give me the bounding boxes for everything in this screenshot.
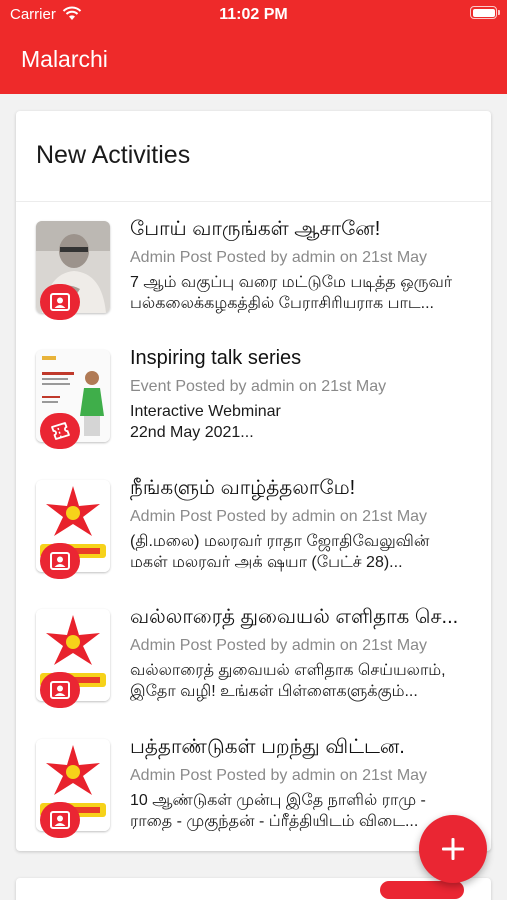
status-bar: Carrier 11:02 PM	[0, 0, 507, 30]
app-header: Carrier 11:02 PM Malarchi	[0, 0, 507, 94]
activity-description: Interactive Webminar 22nd May 2021...	[130, 403, 281, 441]
activity-meta: Admin Post Posted by admin on 21st May	[130, 508, 428, 525]
activity-item[interactable]: Inspiring talk series Event Posted by ad…	[16, 347, 491, 472]
activity-item[interactable]: பத்தாண்டுகள் பறந்து விட்டன. Admin Post P…	[16, 736, 491, 851]
battery-icon	[470, 6, 500, 19]
next-section-card	[16, 878, 491, 900]
activity-meta: Event Posted by admin on 21st May	[130, 378, 387, 395]
activity-item[interactable]: வல்லாரைத் துவையல் எளிதாக செ... Admin Pos…	[16, 606, 491, 731]
app-title: Malarchi	[21, 46, 108, 72]
contact-card-icon	[40, 802, 80, 838]
activity-item[interactable]: போய் வாருங்கள் ஆசானே! Admin Post Posted …	[16, 218, 491, 343]
new-activities-card: New Activities போய் வாருங்கள் ஆசானே! Adm…	[16, 111, 491, 851]
section-chip[interactable]	[380, 881, 464, 899]
activity-description: வல்லாரைத் துவையல் எளிதாக செய்யலாம், இதோ …	[130, 662, 446, 700]
activity-title: வல்லாரைத் துவையல் எளிதாக செ...	[130, 606, 459, 628]
activity-title: போய் வாருங்கள் ஆசானே!	[130, 218, 381, 240]
add-activity-button[interactable]	[419, 815, 487, 883]
plus-icon	[442, 838, 464, 860]
activity-item[interactable]: நீங்களும் வாழ்த்தலாமே! Admin Post Posted…	[16, 477, 491, 602]
contact-card-icon	[40, 284, 80, 320]
activity-meta: Admin Post Posted by admin on 21st May	[130, 637, 428, 654]
contact-card-icon	[40, 543, 80, 579]
activity-description: 10 ஆண்டுகள் முன்பு இதே நாளில் ராமு - ராத…	[130, 792, 426, 830]
activity-meta: Admin Post Posted by admin on 21st May	[130, 767, 428, 784]
activity-title: Inspiring talk series	[130, 347, 302, 369]
section-heading: New Activities	[36, 141, 191, 169]
divider	[16, 201, 491, 202]
activity-title: பத்தாண்டுகள் பறந்து விட்டன.	[130, 736, 405, 758]
activity-title: நீங்களும் வாழ்த்தலாமே!	[130, 477, 356, 499]
ticket-icon	[40, 413, 80, 449]
activity-description: 7 ஆம் வகுப்பு வரை மட்டுமே படித்த ஒருவர் …	[130, 274, 453, 312]
activity-description: (தி.மலை) மலரவர் ராதா ஜோதிவேலுவின் மகள் ம…	[130, 533, 430, 571]
contact-card-icon	[40, 672, 80, 708]
activity-meta: Admin Post Posted by admin on 21st May	[130, 249, 428, 266]
clock: 11:02 PM	[219, 6, 288, 23]
